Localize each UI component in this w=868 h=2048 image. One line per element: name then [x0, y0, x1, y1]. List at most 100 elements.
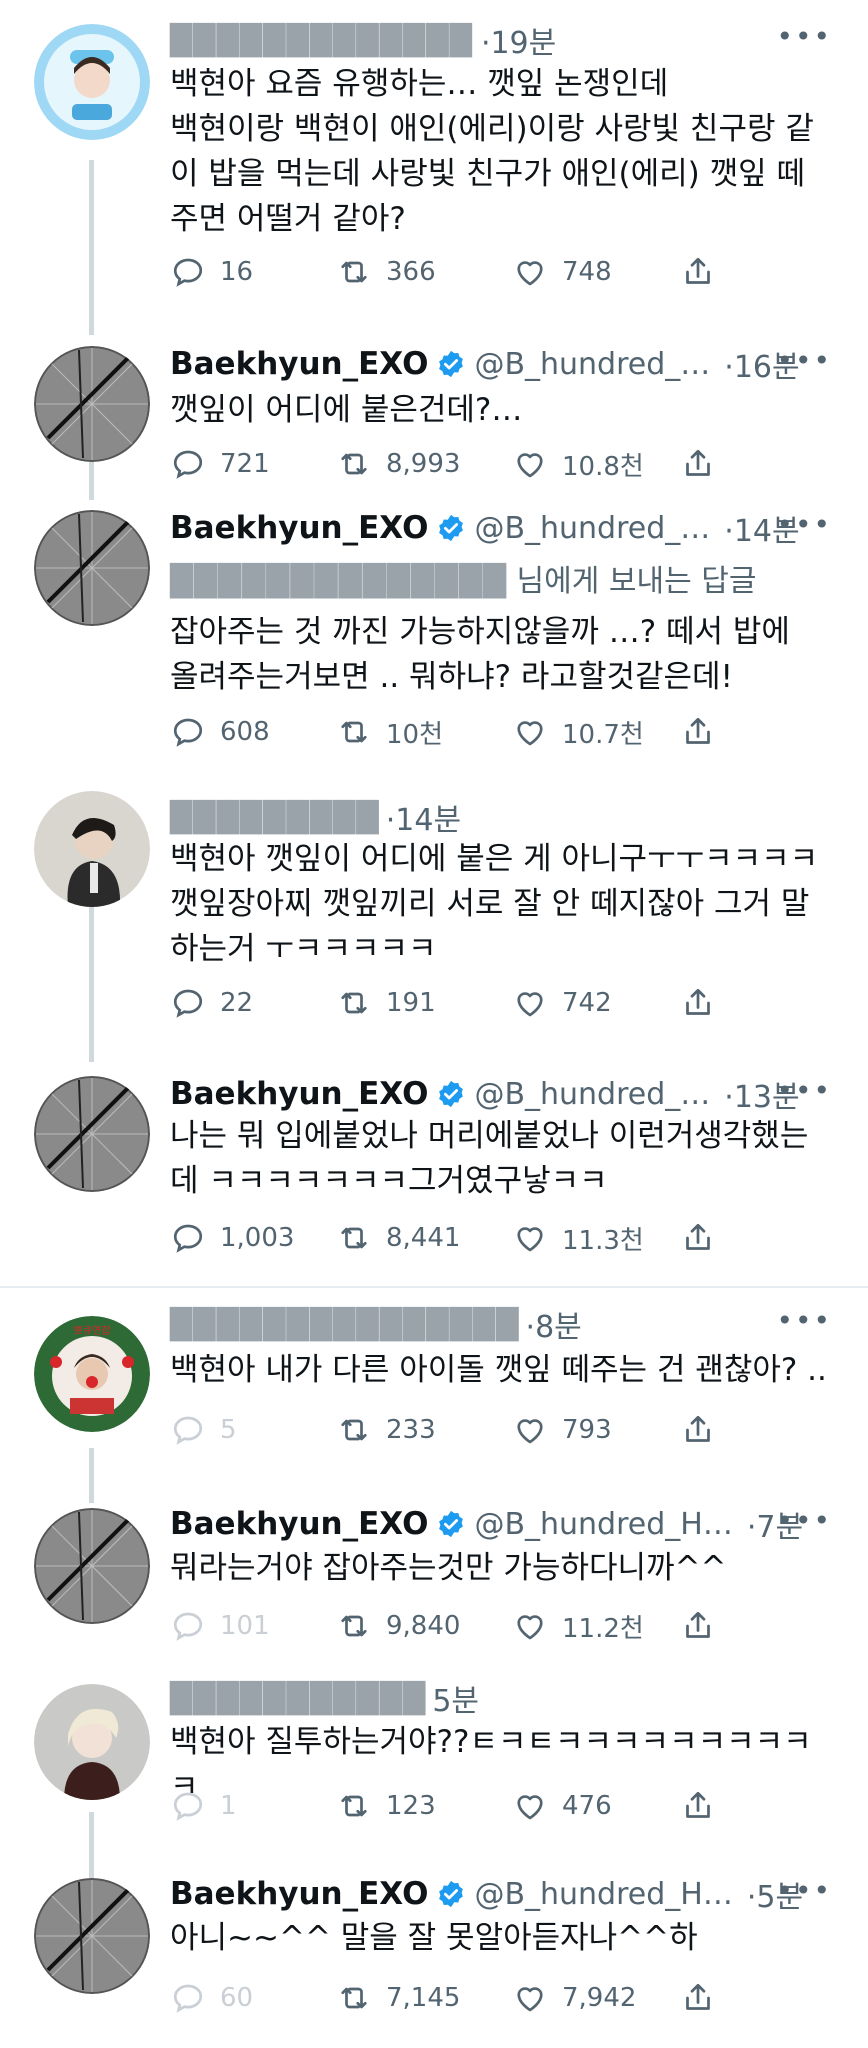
like-count: 793: [562, 1415, 612, 1445]
like-button[interactable]: 476: [512, 1786, 612, 1826]
avatar[interactable]: [34, 24, 150, 140]
retweet-button[interactable]: 8,993: [336, 444, 460, 484]
tweet[interactable]: ███████████ 5분 백현아 질투하는거야??ㅌㅋㅌㅋㅋㅋㅋㅋㅋㅋㅋㅋㅋ…: [0, 1670, 868, 1830]
more-horizontal-icon[interactable]: •••: [776, 508, 832, 541]
reply-count: 608: [220, 717, 270, 747]
author-name[interactable]: █████████: [170, 800, 380, 834]
retweet-button[interactable]: 8,441: [336, 1218, 460, 1258]
heart-icon: [517, 453, 543, 478]
reply-button[interactable]: 22: [170, 983, 253, 1023]
reply-button[interactable]: 608: [170, 712, 270, 752]
avatar[interactable]: [34, 1684, 150, 1800]
like-button[interactable]: 10.7천: [512, 712, 644, 752]
like-button[interactable]: 7,942: [512, 1978, 636, 2018]
retweet-button[interactable]: 123: [336, 1786, 436, 1826]
author-handle[interactable]: @B_hundred_…: [474, 511, 710, 546]
tweet[interactable]: Baekhyun_EXO @B_hundred_… ·16분 ••• 깻잎이 어…: [0, 320, 868, 500]
retweet-button[interactable]: 9,840: [336, 1606, 460, 1646]
more-horizontal-icon[interactable]: •••: [776, 1504, 832, 1537]
replying-to: ██████████████ 님에게 보내는 답글: [170, 564, 757, 599]
author-name[interactable]: Baekhyun_EXO: [170, 1076, 428, 1112]
like-button[interactable]: 748: [512, 252, 612, 292]
verified-badge-icon: [439, 514, 464, 542]
share-button[interactable]: [680, 252, 730, 292]
tweet-text: 나는 뭐 입에붙었나 머리에붙었나 이런거생각했는데 ㅋㅋㅋㅋㅋㅋㅋ그거였구낳ㅋ…: [170, 1118, 809, 1199]
timestamp[interactable]: ·14분: [386, 795, 461, 839]
tweet[interactable]: Baekhyun_EXO @B_hundred_H… ·7분 ••• 뭐라는거야…: [0, 1490, 868, 1660]
like-button[interactable]: 742: [512, 983, 612, 1023]
author-name[interactable]: Baekhyun_EXO: [170, 1876, 428, 1912]
more-horizontal-icon[interactable]: •••: [776, 1304, 832, 1337]
share-button[interactable]: [680, 1978, 730, 2018]
like-button[interactable]: 10.8천: [512, 444, 644, 484]
more-horizontal-icon[interactable]: •••: [776, 344, 832, 377]
timestamp[interactable]: 5분: [432, 1676, 479, 1720]
reply-button[interactable]: 1,003: [170, 1218, 294, 1258]
reply-button[interactable]: 60: [170, 1978, 253, 2018]
tweet-header: Baekhyun_EXO @B_hundred_H… ·5분: [170, 1874, 818, 1915]
reply-button[interactable]: 16: [170, 252, 253, 292]
tweet[interactable]: Baekhyun_EXO @B_hundred_H… ·5분 ••• 아니~~^…: [0, 1860, 868, 2048]
avatar[interactable]: [34, 1508, 150, 1624]
reply-button[interactable]: 5: [170, 1410, 237, 1450]
retweet-count: 10천: [386, 719, 444, 750]
retweet-icon: [341, 1419, 367, 1441]
share-button[interactable]: [680, 712, 730, 752]
avatar[interactable]: [34, 346, 150, 462]
tweet-header: Baekhyun_EXO @B_hundred_… ·14분: [170, 508, 818, 549]
share-button[interactable]: [680, 1606, 730, 1646]
retweet-count: 123: [386, 1791, 436, 1821]
avatar-image: [34, 1076, 150, 1192]
tweet[interactable]: █████████████ ·19분 ••• 백현아 요즘 유행하는… 깻잎 논…: [0, 0, 868, 320]
avatar[interactable]: [34, 1878, 150, 1994]
retweet-count: 191: [386, 988, 436, 1018]
share-button[interactable]: [680, 983, 730, 1023]
retweet-button[interactable]: 191: [336, 983, 436, 1023]
tweet[interactable]: Baekhyun_EXO @B_hundred_… ·14분 ••• █████…: [0, 500, 868, 770]
author-name[interactable]: Baekhyun_EXO: [170, 510, 428, 546]
action-bar: 60 7,145 7,942: [170, 1978, 730, 2018]
like-button[interactable]: 11.3천: [512, 1218, 644, 1258]
tweet[interactable]: 뽀큐연합 ███████████████ ·8분 ••• 백현아 내가 다른 아…: [0, 1290, 868, 1460]
retweet-button[interactable]: 366: [336, 252, 436, 292]
replying-to-label: 님에게 보내는 답글: [516, 564, 757, 599]
more-horizontal-icon[interactable]: •••: [776, 1074, 832, 1107]
retweet-button[interactable]: 10천: [336, 712, 443, 752]
avatar[interactable]: [34, 510, 150, 626]
reply-button[interactable]: 721: [170, 444, 270, 484]
more-horizontal-icon[interactable]: •••: [776, 1874, 832, 1907]
retweet-button[interactable]: 7,145: [336, 1978, 460, 2018]
share-button[interactable]: [680, 1410, 730, 1450]
avatar[interactable]: [34, 791, 150, 907]
reply-button[interactable]: 1: [170, 1786, 237, 1826]
like-button[interactable]: 793: [512, 1410, 612, 1450]
author-handle[interactable]: @B_hundred_H…: [474, 1507, 732, 1542]
retweet-button[interactable]: 233: [336, 1410, 436, 1450]
share-button[interactable]: [680, 1218, 730, 1258]
author-handle[interactable]: @B_hundred_…: [474, 347, 710, 382]
author-handle[interactable]: @B_hundred_…: [474, 1077, 710, 1112]
reply-icon: [173, 1416, 203, 1445]
author-name[interactable]: Baekhyun_EXO: [170, 346, 428, 382]
reply-icon: [173, 989, 203, 1018]
avatar[interactable]: [34, 1076, 150, 1192]
like-count: 742: [562, 988, 612, 1018]
more-horizontal-icon[interactable]: •••: [776, 20, 832, 53]
author-name[interactable]: ███████████████: [170, 1307, 520, 1341]
heart-icon: [517, 1227, 543, 1252]
share-button[interactable]: [680, 444, 730, 484]
timestamp[interactable]: ·19분: [481, 18, 556, 62]
retweet-icon: [341, 992, 367, 1014]
author-name[interactable]: ███████████: [170, 1681, 426, 1715]
tweet[interactable]: █████████ ·14분 백현아 깻잎이 어디에 붙은 게 아니구ㅜㅜㅋㅋㅋ…: [0, 785, 868, 1050]
like-button[interactable]: 11.2천: [512, 1606, 644, 1646]
author-name[interactable]: █████████████: [170, 23, 473, 57]
author-handle[interactable]: @B_hundred_H…: [474, 1877, 732, 1912]
timestamp[interactable]: ·8분: [526, 1302, 582, 1346]
reply-button[interactable]: 101: [170, 1606, 270, 1646]
reply-count: 5: [220, 1415, 237, 1445]
author-name[interactable]: Baekhyun_EXO: [170, 1506, 428, 1542]
tweet[interactable]: Baekhyun_EXO @B_hundred_… ·13분 ••• 나는 뭐 …: [0, 1050, 868, 1270]
share-button[interactable]: [680, 1786, 730, 1826]
avatar[interactable]: 뽀큐연합: [34, 1316, 150, 1432]
